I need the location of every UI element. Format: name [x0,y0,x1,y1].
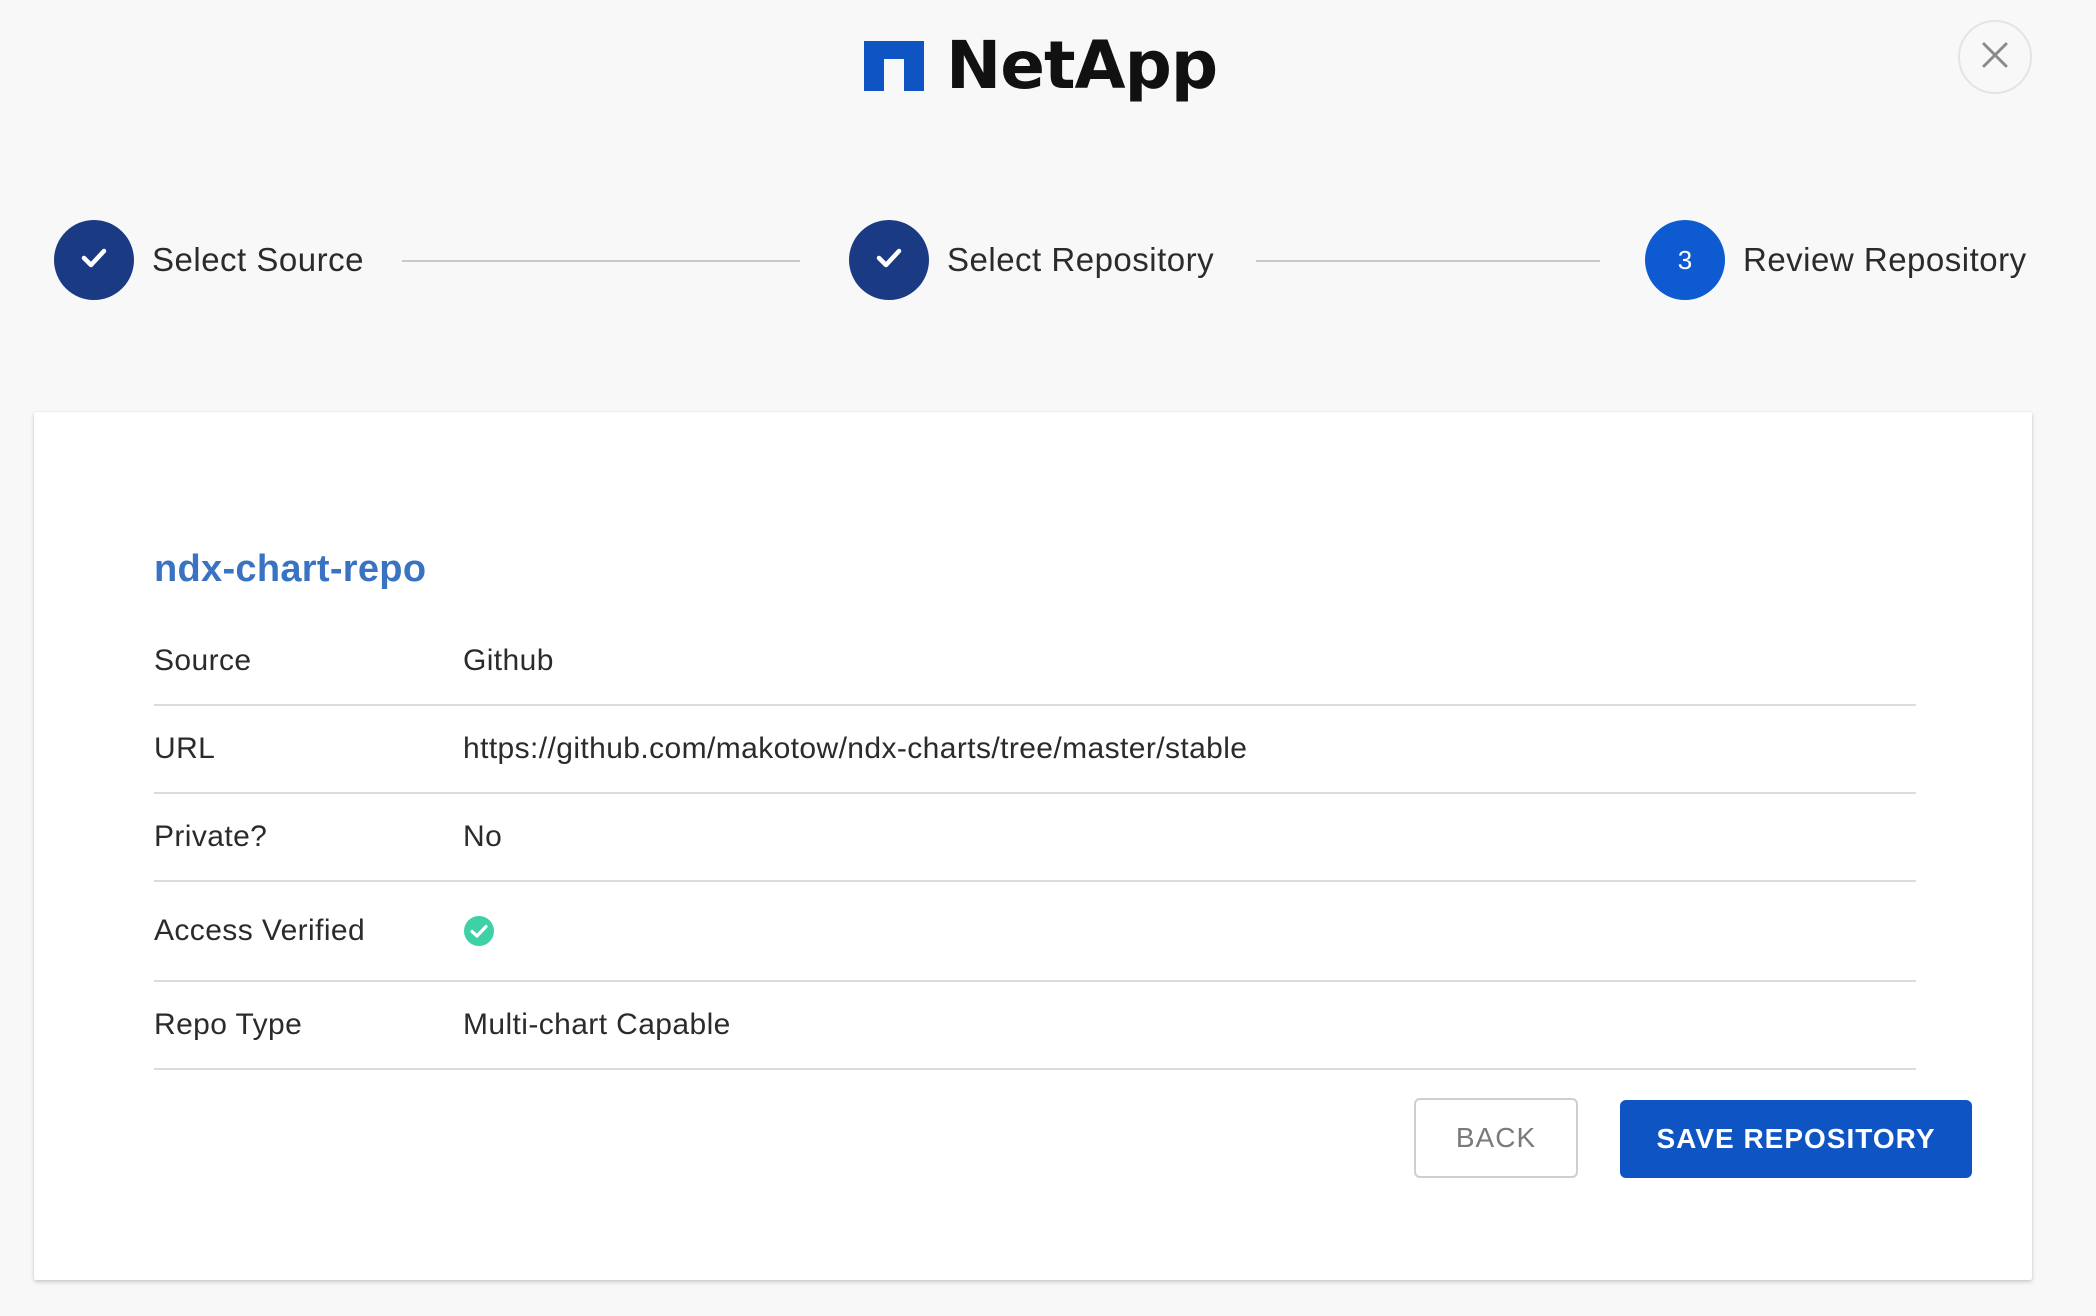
step-review-repository[interactable]: 3 Review Repository [1645,218,2027,302]
detail-label: Source [154,644,252,677]
check-circle-icon [463,915,495,947]
detail-value: Github [463,644,554,677]
step-label: Select Repository [947,241,1215,278]
step-connector [1256,260,1600,262]
detail-value: https://github.com/makotow/ndx-charts/tr… [463,732,1248,765]
detail-label: Access Verified [154,914,366,947]
netapp-logo: NetApp [864,26,1218,106]
detail-row-url: URL https://github.com/makotow/ndx-chart… [154,706,1916,794]
check-icon [80,247,108,274]
step-number: 3 [1677,244,1693,275]
detail-value [463,915,495,947]
close-button[interactable] [1958,20,2032,94]
repo-name-title: ndx-chart-repo [154,548,427,590]
detail-label: Private? [154,820,268,853]
detail-row-source: Source Github [154,618,1916,706]
detail-value: Multi-chart Capable [463,1008,731,1041]
detail-label: Repo Type [154,1008,303,1041]
wizard-stepper: Select Source Select Repository 3 Review… [0,218,2096,302]
review-card: ndx-chart-repo Source Github URL https:/… [34,412,2032,1280]
step-3-indicator: 3 [1645,220,1725,300]
detail-row-repo-type: Repo Type Multi-chart Capable [154,982,1916,1070]
close-icon [1980,40,2010,75]
back-button[interactable]: BACK [1414,1098,1578,1178]
step-select-repository[interactable]: Select Repository [849,218,1214,302]
brand-name: NetApp [946,27,1218,104]
step-select-source[interactable]: Select Source [54,218,364,302]
step-2-indicator [849,220,929,300]
detail-label: URL [154,732,216,765]
header: NetApp [0,0,2096,130]
step-connector [402,260,800,262]
save-repository-button[interactable]: SAVE REPOSITORY [1620,1100,1972,1178]
detail-value: No [463,820,503,853]
step-label: Review Repository [1743,241,2027,278]
detail-row-access-verified: Access Verified [154,882,1916,982]
detail-row-private: Private? No [154,794,1916,882]
netapp-logo-icon [864,41,924,91]
repo-details-table: Source Github URL https://github.com/mak… [154,618,1916,1070]
check-icon [875,247,903,274]
step-1-indicator [54,220,134,300]
step-label: Select Source [152,241,364,278]
